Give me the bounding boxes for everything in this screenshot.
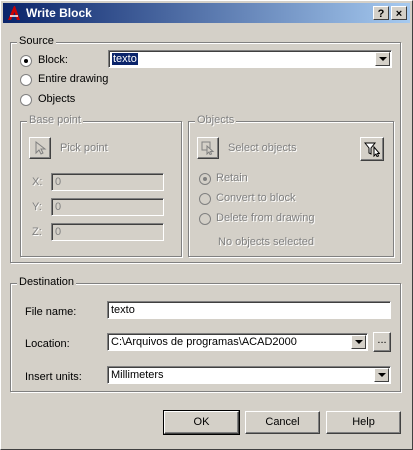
source-group: Source Block: texto Entire drawing Objec… [10,35,401,263]
x-field[interactable]: 0 [51,173,164,191]
objects-legend: Objects [195,114,237,126]
destination-group: Destination File name: texto Location: C… [10,276,401,392]
entire-drawing-label[interactable]: Entire drawing [38,73,108,85]
radio-selected-dot [203,177,207,181]
block-dropdown-arrow-icon[interactable] [375,52,390,66]
delete-from-drawing-label: Delete from drawing [216,212,315,224]
help-title-button[interactable]: ? [373,6,389,20]
location-value: C:\Arquivos de programas\ACAD2000 [111,336,297,348]
close-button[interactable]: × [391,6,407,20]
insert-units-value: Millimeters [111,369,164,381]
ok-button[interactable]: OK [163,410,240,435]
select-objects-label: Select objects [228,142,297,154]
convert-to-block-label: Convert to block [216,192,296,204]
block-radio-label[interactable]: Block: [38,54,68,66]
selection-status: No objects selected [218,236,314,248]
insert-units-dropdown-arrow-icon[interactable] [374,368,389,382]
destination-legend: Destination [17,276,77,288]
autocad-app-icon [8,6,20,20]
title-bar[interactable]: Write Block ? × [3,3,410,23]
browse-button[interactable]: ... [373,332,391,352]
location-select[interactable]: C:\Arquivos de programas\ACAD2000 [107,333,368,351]
write-block-dialog: Write Block ? × Source Block: texto Enti… [0,0,413,450]
select-objects-icon [201,141,215,156]
quick-select-button[interactable] [360,137,384,161]
location-dropdown-arrow-icon[interactable] [351,335,366,349]
block-radio[interactable] [20,55,32,67]
source-legend: Source [17,35,56,47]
pick-point-label: Pick point [60,142,108,154]
file-name-label: File name: [25,306,77,318]
radio-selected-dot [24,59,28,63]
base-point-legend: Base point [27,114,83,126]
block-select[interactable]: texto [108,50,392,68]
objects-radio-label[interactable]: Objects [38,93,75,105]
insert-units-select[interactable]: Millimeters [107,366,391,384]
location-label: Location: [25,338,70,350]
retain-label: Retain [216,172,248,184]
dialog-title: Write Block [26,6,92,20]
retain-radio[interactable] [199,173,211,185]
help-button[interactable]: Help [326,411,401,434]
z-label: Z: [32,226,42,238]
x-label: X: [32,176,43,188]
entire-drawing-radio[interactable] [20,74,32,86]
cancel-button[interactable]: Cancel [245,411,320,434]
pick-point-button[interactable] [29,137,51,159]
select-objects-button[interactable] [197,137,219,159]
quick-select-filter-icon [363,142,381,158]
z-field[interactable]: 0 [51,223,164,241]
pick-point-icon [35,140,47,155]
block-selected-value: texto [112,53,138,65]
objects-group: Objects Select objects Retain Convert to… [188,114,394,257]
y-field[interactable]: 0 [51,198,164,216]
delete-from-drawing-radio[interactable] [199,213,211,225]
insert-units-label: Insert units: [25,371,82,383]
convert-to-block-radio[interactable] [199,193,211,205]
base-point-group: Base point Pick point X: 0 Y: 0 Z: 0 [20,114,182,257]
objects-radio[interactable] [20,94,32,106]
file-name-input[interactable]: texto [107,301,391,319]
y-label: Y: [32,201,42,213]
